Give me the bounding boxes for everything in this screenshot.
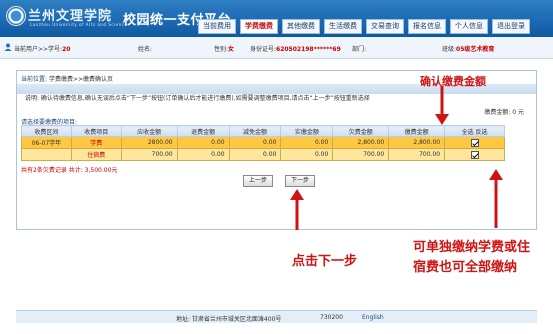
next-step-button[interactable]: 下一步 (285, 175, 316, 187)
user-info-bar: 当前用户>>学号:20 姓名: 性别:女 身份证号:620502198*****… (0, 37, 553, 59)
breadcrumb-path: 学费缴费>>缴费确认页 (48, 76, 113, 83)
arrow-up-icon (290, 189, 304, 230)
university-seal-icon (6, 6, 26, 26)
class-value: 05级艺术教育 (456, 46, 495, 53)
period-cell: 06-07学年 (21, 136, 72, 149)
table-row: 06-07学年 学费 2800.00 0.00 0.00 0.00 2,800.… (21, 136, 505, 149)
tab-logout[interactable]: 退出登录 (492, 19, 530, 34)
tab-transaction-query[interactable]: 交易查询 (366, 19, 404, 34)
student-id-field: 当前用户>>学号:20 (14, 44, 70, 53)
instruction-text: 说明: 确认待缴费信息,确认无误后点击“下一步”按钮(订单确认后才能进行缴费),… (25, 95, 370, 102)
column-header: 欠费金额 (332, 125, 390, 137)
row-select-cell (444, 148, 505, 161)
row-select-cell (444, 136, 505, 149)
item-cell: 学费 (70, 136, 122, 149)
tab-current-fees[interactable]: 当前费用 (198, 19, 236, 34)
breadcrumb: 当前位置: 学费缴费>>缴费确认页 (21, 74, 113, 83)
tab-personal-info[interactable]: 个人信息 (450, 19, 488, 34)
header-banner: 兰州文理学院 Lanzhou University of Arts and Sc… (0, 0, 553, 37)
footer: 地址: 甘肃省兰州市城关区北面滩400号 730200 English (16, 310, 537, 323)
payment-cell: 700.00 (388, 148, 446, 161)
arrears-records-summary: 共有2条欠费记录 共计: 3,500.00元 (21, 167, 118, 174)
id-number-label: 身份证号: (250, 46, 277, 53)
tab-living-payment[interactable]: 生活缴费 (324, 19, 362, 34)
tuition-checkbox[interactable] (470, 138, 479, 147)
gender-label: 性别: (214, 46, 229, 53)
arrears-cell: 700.00 (332, 148, 390, 161)
university-logo-subtext: Lanzhou University of Arts and Science (30, 22, 128, 27)
user-icon (4, 43, 12, 51)
reduction-cell: 0.00 (228, 148, 282, 161)
column-header: 实缴金额 (280, 125, 334, 137)
paid-amount-value: 0 元 (512, 109, 524, 116)
paid-amount-summary: 缴费金额: 0 元 (484, 107, 524, 116)
annotation-separate-line2: 宿费也可全部缴纳 (413, 260, 518, 275)
english-link[interactable]: English (362, 314, 384, 321)
class-field: 班级:05级艺术教育 (442, 44, 494, 53)
receivable-cell: 700.00 (120, 148, 178, 161)
paid-cell: 0.00 (280, 136, 334, 149)
column-header: 缴费金额 (388, 125, 446, 137)
period-cell (21, 148, 72, 161)
receivable-cell: 2800.00 (120, 136, 178, 149)
accommodation-checkbox[interactable] (470, 150, 479, 159)
id-number-value: 620502198******69 (276, 46, 341, 53)
annotation-confirm-amount: 确认缴费金额 (420, 75, 486, 88)
name-field: 姓名: (138, 44, 152, 53)
tab-tuition-payment[interactable]: 学费缴费 (240, 19, 278, 34)
student-id-value: 20 (62, 46, 71, 53)
class-label: 班级: (442, 46, 457, 53)
select-all-toggle[interactable]: 全选 反选 (444, 125, 505, 137)
annotation-separate-line1: 可单独缴纳学费或住 (413, 240, 531, 255)
student-id-label: 当前用户>>学号: (14, 46, 63, 53)
fee-table: 收费区间 收费项目 应收金额 退费金额 减免金额 实缴金额 欠费金额 缴费金额 … (21, 125, 505, 161)
tab-registration-info[interactable]: 报名信息 (408, 19, 446, 34)
tab-other-payment[interactable]: 其他缴费 (282, 19, 320, 34)
paid-cell: 0.00 (280, 148, 334, 161)
annotation-click-next: 点击下一步 (292, 254, 358, 269)
main-nav: 当前费用 学费缴费 其他缴费 生活缴费 交易查询 报名信息 个人信息 退出登录 (198, 19, 534, 34)
breadcrumb-prefix: 当前位置: (21, 76, 49, 83)
payment-confirm-panel: 当前位置: 学费缴费>>缴费确认页 说明: 确认待缴费信息,确认无误后点击“下一… (16, 70, 537, 230)
arrears-cell: 2,800.00 (332, 136, 390, 149)
table-row: 住宿费 700.00 0.00 0.00 0.00 700.00 700.00 (21, 148, 505, 161)
column-header: 退费金额 (176, 125, 230, 137)
arrow-down-icon (435, 86, 449, 125)
reduction-cell: 0.00 (228, 136, 282, 149)
column-header: 减免金额 (228, 125, 282, 137)
column-header: 应收金额 (120, 125, 178, 137)
department-label: 部门: (352, 46, 367, 53)
footer-zip: 730200 (320, 314, 343, 321)
department-field: 部门: (352, 44, 366, 53)
prev-step-button[interactable]: 上一步 (243, 175, 274, 187)
column-header: 收费区间 (21, 125, 72, 137)
name-label: 姓名: (138, 46, 153, 53)
refund-cell: 0.00 (176, 148, 230, 161)
paid-amount-label: 缴费金额: (484, 109, 513, 116)
gender-field: 性别:女 (214, 44, 234, 53)
id-number-field: 身份证号:620502198******69 (250, 44, 341, 53)
footer-address: 地址: 甘肃省兰州市城关区北面滩400号 (176, 316, 282, 323)
column-header: 收费项目 (70, 125, 122, 137)
item-cell: 住宿费 (70, 148, 122, 161)
arrow-up-icon (489, 169, 503, 228)
gender-value: 女 (228, 46, 235, 53)
payment-cell: 2,800.00 (388, 136, 446, 149)
table-header-row: 收费区间 收费项目 应收金额 退费金额 减免金额 实缴金额 欠费金额 缴费金额 … (21, 125, 505, 137)
refund-cell: 0.00 (176, 136, 230, 149)
